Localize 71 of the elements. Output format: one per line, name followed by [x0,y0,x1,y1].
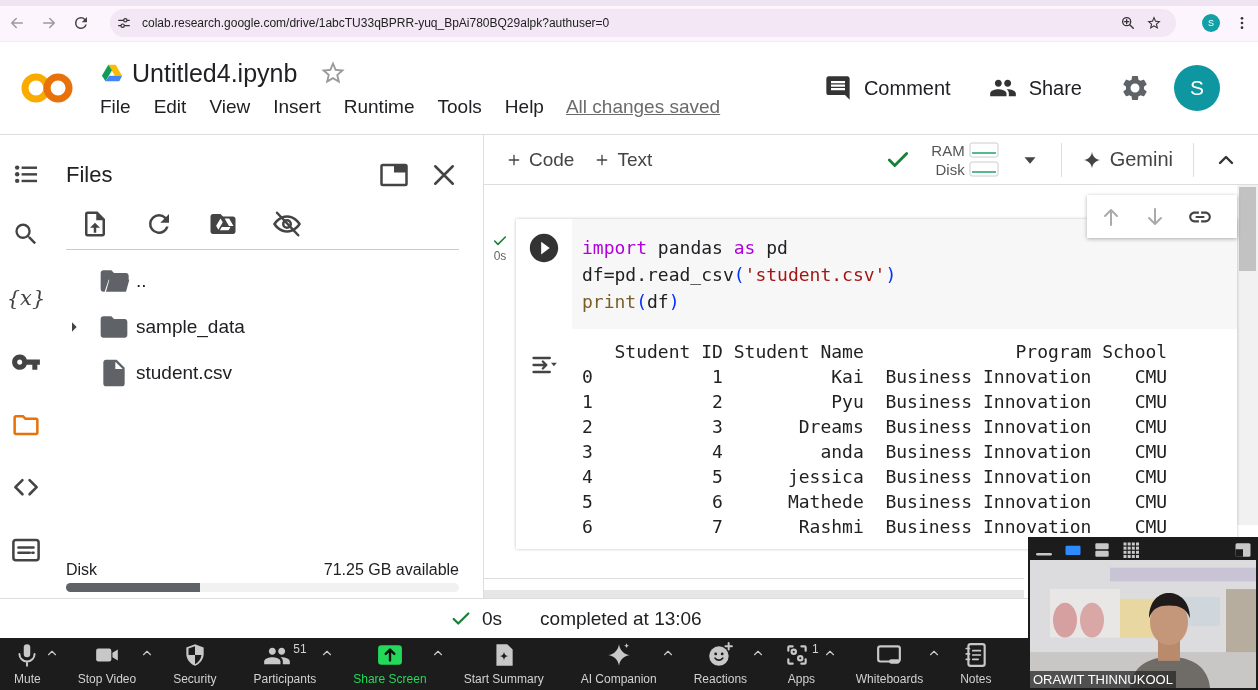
save-status-link[interactable]: All changes saved [565,96,721,118]
output-line: 2 3 Dreams Business Innovation CMU [582,415,1168,439]
comment-button[interactable]: Comment [823,74,951,102]
status-message: completed at 13:06 [540,607,702,630]
menu-item[interactable]: Help [493,94,556,120]
variables-icon[interactable]: {x} [6,281,46,314]
run-duration: 0s [482,607,503,630]
settings-icon[interactable] [1120,73,1150,103]
output-line: 5 6 Mathede Business Innovation CMU [582,490,1168,514]
execution-time: 0s [493,249,507,263]
participant-name: ORAWIT THINNUKOOL [1030,671,1176,688]
meeting-control-button[interactable]: Stop Video [77,642,137,686]
meeting-control-button[interactable]: Reactions [693,642,748,686]
output-line: 6 7 Rashmi Business Innovation CMU [582,515,1168,539]
run-button[interactable] [527,231,561,265]
meeting-control-button[interactable]: Security [173,642,217,686]
meeting-control-button[interactable]: 51 Participants [253,642,317,686]
add-cell-button[interactable]: Code [506,148,575,171]
menu-item[interactable]: Runtime [332,94,427,120]
add-cell-button[interactable]: Text [594,148,653,171]
notepad-icon [962,642,989,668]
resource-label: Disk [935,160,965,178]
comment-icon [823,74,852,102]
star-icon[interactable] [1146,15,1162,31]
output-line: 3 4 anda Business Innovation CMU [582,440,1168,464]
resources-button[interactable]: RAM Disk [931,141,999,178]
file-name[interactable]: sample_data [136,316,245,338]
meeting-control-button[interactable]: Share Screen [353,642,427,686]
output-line: Student ID Student Name Program School [613,340,1168,364]
file-name[interactable]: student.csv [136,362,233,384]
disk-available: 71.25 GB available [323,561,459,579]
drive-icon [100,62,124,84]
scrollbar[interactable] [1237,185,1258,525]
gemini-button[interactable]: Gemini [1081,148,1173,171]
meeting-control-button[interactable]: Whiteboards [855,642,924,686]
meeting-control-button[interactable]: Start Summary [463,642,544,686]
share-button[interactable]: Share [988,74,1082,102]
menu-item[interactable]: Tools [426,94,494,120]
meeting-control-button[interactable]: 1 Apps [784,642,819,686]
menu-item[interactable]: Edit [142,94,199,120]
file-name[interactable]: .. [136,270,147,292]
menu-item[interactable]: View [198,94,263,120]
smiley-icon [707,642,734,668]
address-bar[interactable]: colab.research.google.com/drive/1abcTU33qBPRR-yuq_BpAi780BQ29alpk?authuser=0 [110,9,1176,37]
hidden-eye-icon[interactable] [272,209,302,239]
disk-label: Disk [66,561,98,579]
usage-graph-icon [968,161,999,177]
reload-icon[interactable] [72,14,90,32]
notebook-title[interactable]: Untitled4.ipynb [132,58,298,88]
panel-title: Files [66,162,114,188]
output-line: 1 2 Pyu Business Innovation CMU [582,390,1168,414]
output-line: 4 5 jessica Business Innovation CMU [582,465,1168,489]
meeting-control-button[interactable]: Mute [14,642,41,686]
scrollbar[interactable] [484,578,1024,598]
resource-label: RAM [931,141,965,159]
meeting-control-button[interactable]: AI Companion [580,642,657,686]
user-avatar[interactable]: S [1174,65,1220,111]
code-line: print(df) [582,290,681,314]
usage-graph-icon [968,142,999,158]
meeting-control-button[interactable]: Notes [960,642,992,686]
url-text: colab.research.google.com/drive/1abcTU33qBPRR-yuq_BpAi780BQ29alpk?authuser=0 [142,16,611,30]
exit-view-icon[interactable] [1234,540,1252,559]
share-screen-icon [375,642,404,668]
zoom-icon[interactable] [1120,15,1136,31]
code-editor[interactable]: import pandas as pd df=pd.read_csv('student.csv') print(df) [572,219,1237,329]
menu-item[interactable]: Insert [262,94,333,120]
menu-item[interactable]: File [100,94,143,120]
site-info-icon[interactable] [116,15,132,31]
output-line: 0 1 Kai Business Innovation CMU [582,365,1168,389]
code-line: import pandas as pd [582,236,789,260]
code-line: df=pd.read_csv('student.csv') [582,263,898,287]
